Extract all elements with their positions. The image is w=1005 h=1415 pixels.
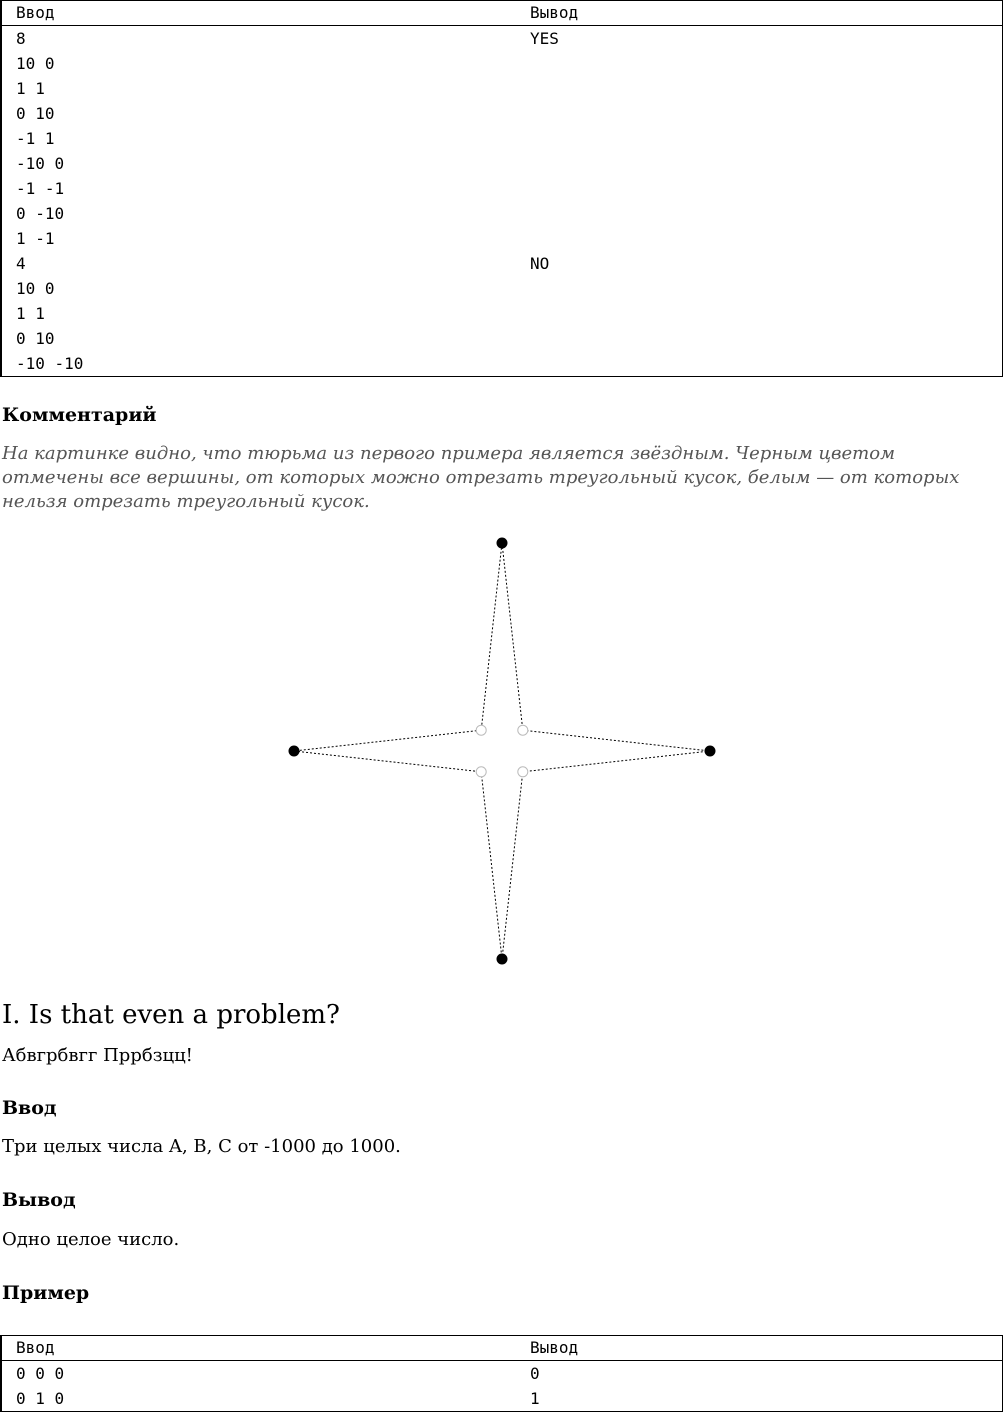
output-line: NO [530,254,550,273]
output-section-text: Одно целое число. [2,1229,180,1250]
input-line: -1 -1 [16,179,65,198]
output-column-header: Вывод [516,0,1003,26]
problem-statement: Абвгрбвгг Пррбзцц! [2,1045,193,1066]
input-line: -10 0 [16,154,65,173]
input-line: -10 -10 [16,354,84,373]
input-line: 0 1 0 [16,1389,65,1408]
star-polygon-figure [288,537,716,965]
test-input-cell: 0 1 0 [0,1386,516,1412]
input-line: 1 -1 [16,229,55,248]
example-table-2: Ввод Вывод 0 0 0 0 0 1 0 1 [0,1335,1003,1412]
comment-heading: Комментарий [2,404,157,426]
input-line: 4 [16,254,26,273]
output-line: 1 [530,1389,540,1408]
example-test-row: 0 0 0 0 [0,1360,1003,1387]
problem-title: I. Is that even a problem? [2,1000,340,1030]
input-line: 0 10 [16,104,55,123]
example-test-row: 0 1 0 1 [0,1386,1003,1412]
non-cuttable-vertex-point [475,724,487,736]
input-line: 10 0 [16,279,55,298]
polygon-vertices [288,537,716,965]
output-line: 0 [530,1364,540,1383]
test-output-cell: YES [516,26,1003,252]
input-column-header: Ввод [0,0,516,26]
input-line: 0 0 0 [16,1364,65,1383]
example-table-1: Ввод Вывод 8 10 0 1 1 0 10 -1 1 -10 0 -1… [0,0,1003,377]
test-output-cell: 0 [516,1361,1003,1387]
example-section-heading: Пример [2,1282,90,1304]
example-test-row: 4 10 0 1 1 0 10 -10 -10 NO [0,251,1003,377]
test-input-cell: 8 10 0 1 1 0 10 -1 1 -10 0 -1 -1 0 -10 1… [0,25,516,251]
cuttable-vertex-point [496,953,508,965]
output-line: YES [530,29,559,48]
cuttable-vertex-point [704,745,716,757]
example-header-row: Ввод Вывод [0,1335,1003,1361]
comment-text: На картинке видно, что тюрьма из первого… [2,443,960,512]
output-section-heading: Вывод [2,1189,76,1211]
input-line: 1 1 [16,79,45,98]
input-column-header: Ввод [0,1335,516,1361]
input-line: 10 0 [16,54,55,73]
input-section-text: Три целых числа A, B, C от -1000 до 1000… [2,1136,401,1157]
input-section-heading: Ввод [2,1097,57,1119]
input-line: 0 10 [16,329,55,348]
test-input-cell: 4 10 0 1 1 0 10 -10 -10 [0,251,516,377]
non-cuttable-vertex-point [517,724,529,736]
test-output-cell: NO [516,251,1003,377]
test-output-cell: 1 [516,1386,1003,1412]
input-line: 0 -10 [16,204,65,223]
input-line: 8 [16,29,26,48]
polygon-outline [293,542,711,960]
non-cuttable-vertex-point [517,766,529,778]
non-cuttable-vertex-point [475,766,487,778]
input-line: -1 1 [16,129,55,148]
input-line: 1 1 [16,304,45,323]
output-column-header: Вывод [516,1335,1003,1361]
example-header-row: Ввод Вывод [0,0,1003,26]
cuttable-vertex-point [288,745,300,757]
cuttable-vertex-point [496,537,508,549]
test-input-cell: 0 0 0 [0,1360,516,1386]
example-test-row: 8 10 0 1 1 0 10 -1 1 -10 0 -1 -1 0 -10 1… [0,25,1003,252]
